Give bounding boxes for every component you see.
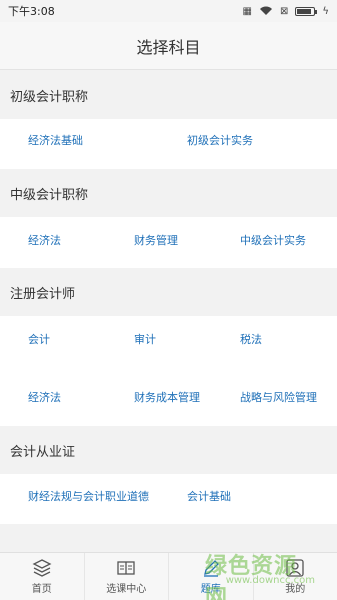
- section-body-cpa: 会计 审计 税法 经济法 财务成本管理 战略与风险管理: [0, 316, 337, 426]
- tab-home[interactable]: 首页: [0, 553, 85, 600]
- status-time: 下午3:08: [8, 5, 55, 18]
- subject-item[interactable]: 税法: [240, 331, 262, 347]
- subject-item[interactable]: 经济法: [28, 389, 61, 405]
- book-icon: [117, 561, 135, 575]
- subject-item[interactable]: 财务成本管理: [134, 389, 200, 405]
- subject-item[interactable]: 会计基础: [187, 488, 231, 504]
- subject-item[interactable]: 会计: [28, 331, 50, 347]
- section-body-intermediate: 经济法 财务管理 中级会计实务: [0, 217, 337, 268]
- tab-mine[interactable]: 我的: [254, 553, 337, 600]
- wifi-icon: [260, 6, 272, 15]
- status-bar: 下午3:08 ▦ ⊠ ϟ: [0, 0, 337, 22]
- section-body-junior: 经济法基础 初级会计实务: [0, 119, 337, 169]
- section-header-intermediate: 中级会计职称: [0, 169, 337, 217]
- subject-item[interactable]: 财经法规与会计职业道德: [28, 488, 149, 504]
- battery-icon: [295, 6, 318, 16]
- section-header-cpa: 注册会计师: [0, 268, 337, 316]
- tab-label: 选课中心: [106, 584, 147, 595]
- vibrate-icon: ▦: [242, 5, 252, 17]
- section-header-junior: 初级会计职称: [0, 71, 337, 119]
- status-icons: ▦ ⊠ ϟ: [243, 6, 329, 17]
- section-body-certificate: 财经法规与会计职业道德 会计基础: [0, 474, 337, 524]
- tab-label: 我的: [285, 584, 306, 595]
- subject-item[interactable]: 经济法: [28, 232, 61, 248]
- subject-item[interactable]: 经济法基础: [28, 132, 83, 148]
- person-icon: [286, 559, 304, 577]
- no-sim-icon: ⊠: [280, 5, 289, 17]
- subject-item[interactable]: 战略与风险管理: [240, 389, 317, 405]
- section-header-certificate: 会计从业证: [0, 426, 337, 474]
- bottom-tab-bar: 首页 选课中心 题库 我的: [0, 552, 337, 600]
- subject-item[interactable]: 中级会计实务: [240, 232, 306, 248]
- tab-label: 题库: [200, 584, 221, 595]
- subject-item[interactable]: 审计: [134, 331, 156, 347]
- tab-course-center[interactable]: 选课中心: [85, 553, 169, 600]
- page-title: 选择科目: [0, 22, 337, 70]
- pencil-icon: [203, 560, 219, 577]
- tab-question-bank[interactable]: 题库: [169, 553, 254, 600]
- subject-item[interactable]: 财务管理: [134, 232, 178, 248]
- tab-label: 首页: [31, 584, 52, 595]
- layers-icon: [32, 559, 52, 577]
- subject-item[interactable]: 初级会计实务: [187, 132, 253, 148]
- charging-icon: ϟ: [322, 5, 329, 17]
